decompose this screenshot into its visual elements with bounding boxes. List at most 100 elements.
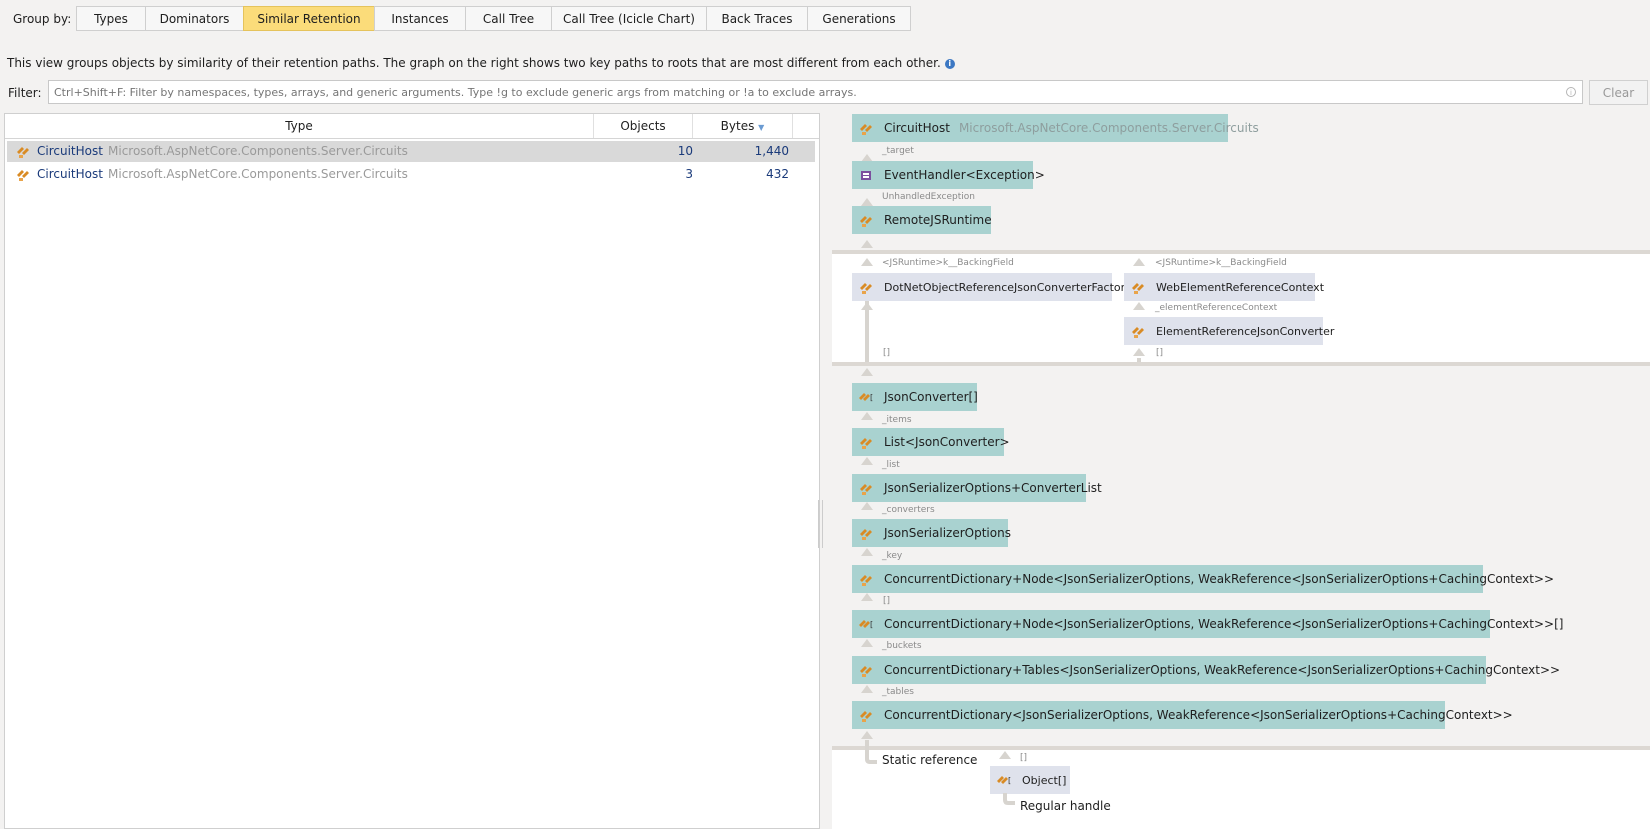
tab-generations[interactable]: Generations	[807, 6, 911, 31]
row-bytes: 432	[766, 167, 789, 181]
node-type-name: JsonSerializerOptions+ConverterList	[884, 481, 1102, 495]
arrow-up-icon	[1133, 258, 1145, 266]
edge-label: []	[883, 596, 891, 606]
graph-node-jsonconverter-array[interactable]: [ JsonConverter[]	[852, 383, 978, 411]
class-instance-icon	[860, 438, 872, 449]
root-connector-icon	[1003, 793, 1015, 805]
arrow-up-icon	[861, 412, 873, 420]
graph-node-cd-node[interactable]: ConcurrentDictionary+Node<JsonSerializer…	[852, 565, 1554, 593]
arrow-up-icon	[861, 593, 873, 601]
graph-node-converter-list[interactable]: JsonSerializerOptions+ConverterList	[852, 474, 1102, 502]
arrow-up-icon	[861, 457, 873, 465]
class-instance-icon	[860, 711, 872, 722]
class-instance-icon	[17, 147, 29, 158]
node-type-name: CircuitHost	[884, 121, 950, 135]
class-instance-icon	[1132, 283, 1144, 294]
root-static-reference: Static reference	[882, 753, 978, 767]
row-namespace: Microsoft.AspNetCore.Components.Server.C…	[108, 144, 408, 158]
node-type-name: Object[]	[1022, 773, 1067, 787]
array-instance-icon: [	[859, 393, 873, 402]
graph-node-circuithost[interactable]: CircuitHost Microsoft.AspNetCore.Componen…	[852, 114, 1259, 142]
table-row[interactable]: CircuitHost Microsoft.AspNetCore.Compone…	[7, 164, 815, 185]
arrow-up-icon	[861, 258, 873, 266]
tab-call-tree[interactable]: Call Tree	[465, 6, 551, 31]
row-class-name: CircuitHost	[37, 167, 103, 181]
table-header: Type Objects Bytes ▼	[5, 114, 819, 139]
node-type-name: RemoteJSRuntime	[884, 213, 992, 227]
node-type-name: ConcurrentDictionary<JsonSerializerOptio…	[884, 708, 1513, 722]
delegate-icon	[861, 171, 871, 180]
edge-label: UnhandledException	[882, 192, 975, 202]
node-type-name: ConcurrentDictionary+Node<JsonSerializer…	[884, 572, 1555, 586]
arrow-up-icon	[861, 685, 873, 693]
class-instance-icon	[860, 529, 872, 540]
graph-node-object-array[interactable]: [ Object[]	[990, 766, 1070, 794]
arrow-up-icon	[1133, 348, 1145, 356]
graph-node-list-jsonconverter[interactable]: List<JsonConverter>	[852, 428, 1010, 456]
edge-label: _buckets	[882, 641, 922, 651]
row-objects: 3	[685, 167, 693, 181]
graph-node-cd-node-array[interactable]: [ ConcurrentDictionary+Node<JsonSerializ…	[852, 610, 1563, 638]
column-header-objects[interactable]: Objects	[594, 114, 693, 138]
filter-info-icon[interactable]: i	[1566, 87, 1576, 97]
class-instance-icon	[860, 124, 872, 135]
arrow-up-icon	[861, 240, 873, 248]
arrow-up-icon	[1133, 302, 1145, 310]
row-class-name: CircuitHost	[37, 144, 103, 158]
row-bytes: 1,440	[754, 144, 789, 158]
svg-text:[: [	[870, 393, 873, 402]
edge-label: _items	[882, 415, 912, 425]
band-divider	[832, 250, 1650, 254]
arrow-up-icon	[861, 731, 873, 739]
group-by-tabs: Types Dominators Similar Retention Insta…	[76, 6, 911, 31]
edge-label: <JSRuntime>k__BackingField	[1155, 258, 1287, 268]
band-divider	[832, 746, 1650, 750]
node-namespace: Microsoft.AspNetCore.Components.Server.C…	[958, 121, 1259, 135]
graph-node-concurrent-dictionary[interactable]: ConcurrentDictionary<JsonSerializerOptio…	[852, 701, 1513, 729]
arrow-up-icon	[999, 751, 1011, 759]
column-header-type[interactable]: Type	[5, 114, 594, 138]
tab-call-tree-icicle[interactable]: Call Tree (Icicle Chart)	[551, 6, 706, 31]
path-connector	[1137, 358, 1141, 362]
info-icon[interactable]: i	[944, 58, 955, 69]
node-type-name: EventHandler<Exception>	[884, 168, 1045, 182]
node-type-name: DotNetObjectReferenceJsonConverterFactor…	[884, 280, 1132, 294]
filter-input[interactable]	[48, 80, 1583, 104]
row-namespace: Microsoft.AspNetCore.Components.Server.C…	[108, 167, 408, 181]
array-instance-icon: [	[997, 776, 1011, 785]
tab-similar-retention[interactable]: Similar Retention	[243, 6, 374, 31]
graph-node-cd-tables[interactable]: ConcurrentDictionary+Tables<JsonSerializ…	[852, 656, 1560, 684]
graph-node-dotnet-converter-factory[interactable]: DotNetObjectReferenceJsonConverterFactor…	[852, 273, 1132, 301]
graph-node-element-ref-converter[interactable]: ElementReferenceJsonConverter	[1124, 317, 1334, 345]
arrow-up-icon	[861, 548, 873, 556]
tab-instances[interactable]: Instances	[374, 6, 465, 31]
edge-label: _converters	[882, 505, 935, 515]
class-instance-icon	[860, 216, 872, 227]
node-type-name: ElementReferenceJsonConverter	[1156, 324, 1335, 338]
class-instance-icon	[860, 575, 872, 586]
table-row[interactable]: CircuitHost Microsoft.AspNetCore.Compone…	[7, 141, 815, 162]
graph-node-eventhandler[interactable]: EventHandler<Exception>	[852, 161, 1045, 189]
tab-dominators[interactable]: Dominators	[145, 6, 243, 31]
edge-label: _tables	[882, 687, 914, 697]
tab-types[interactable]: Types	[76, 6, 145, 31]
class-instance-icon	[1132, 327, 1144, 338]
clear-button[interactable]: Clear	[1589, 80, 1648, 105]
edge-label: <JSRuntime>k__BackingField	[882, 258, 1014, 268]
arrow-up-icon	[861, 639, 873, 647]
edge-label: _key	[882, 551, 903, 561]
array-instance-icon: [	[859, 620, 873, 629]
edge-label: []	[1020, 753, 1028, 763]
graph-node-json-serializer-options[interactable]: JsonSerializerOptions	[852, 519, 1011, 547]
description-text: This view groups objects by similarity o…	[7, 56, 941, 70]
root-connector-icon	[865, 750, 877, 764]
node-type-name: List<JsonConverter>	[884, 435, 1010, 449]
arrow-up-icon	[861, 302, 873, 310]
graph-node-web-element-context[interactable]: WebElementReferenceContext	[1124, 273, 1324, 301]
panel-splitter[interactable]	[818, 500, 823, 548]
column-header-bytes[interactable]: Bytes ▼	[693, 114, 793, 138]
graph-node-remotejsruntime[interactable]: RemoteJSRuntime	[852, 206, 992, 234]
view-description: This view groups objects by similarity o…	[7, 56, 955, 70]
edge-label: []	[1156, 348, 1164, 358]
tab-back-traces[interactable]: Back Traces	[706, 6, 807, 31]
